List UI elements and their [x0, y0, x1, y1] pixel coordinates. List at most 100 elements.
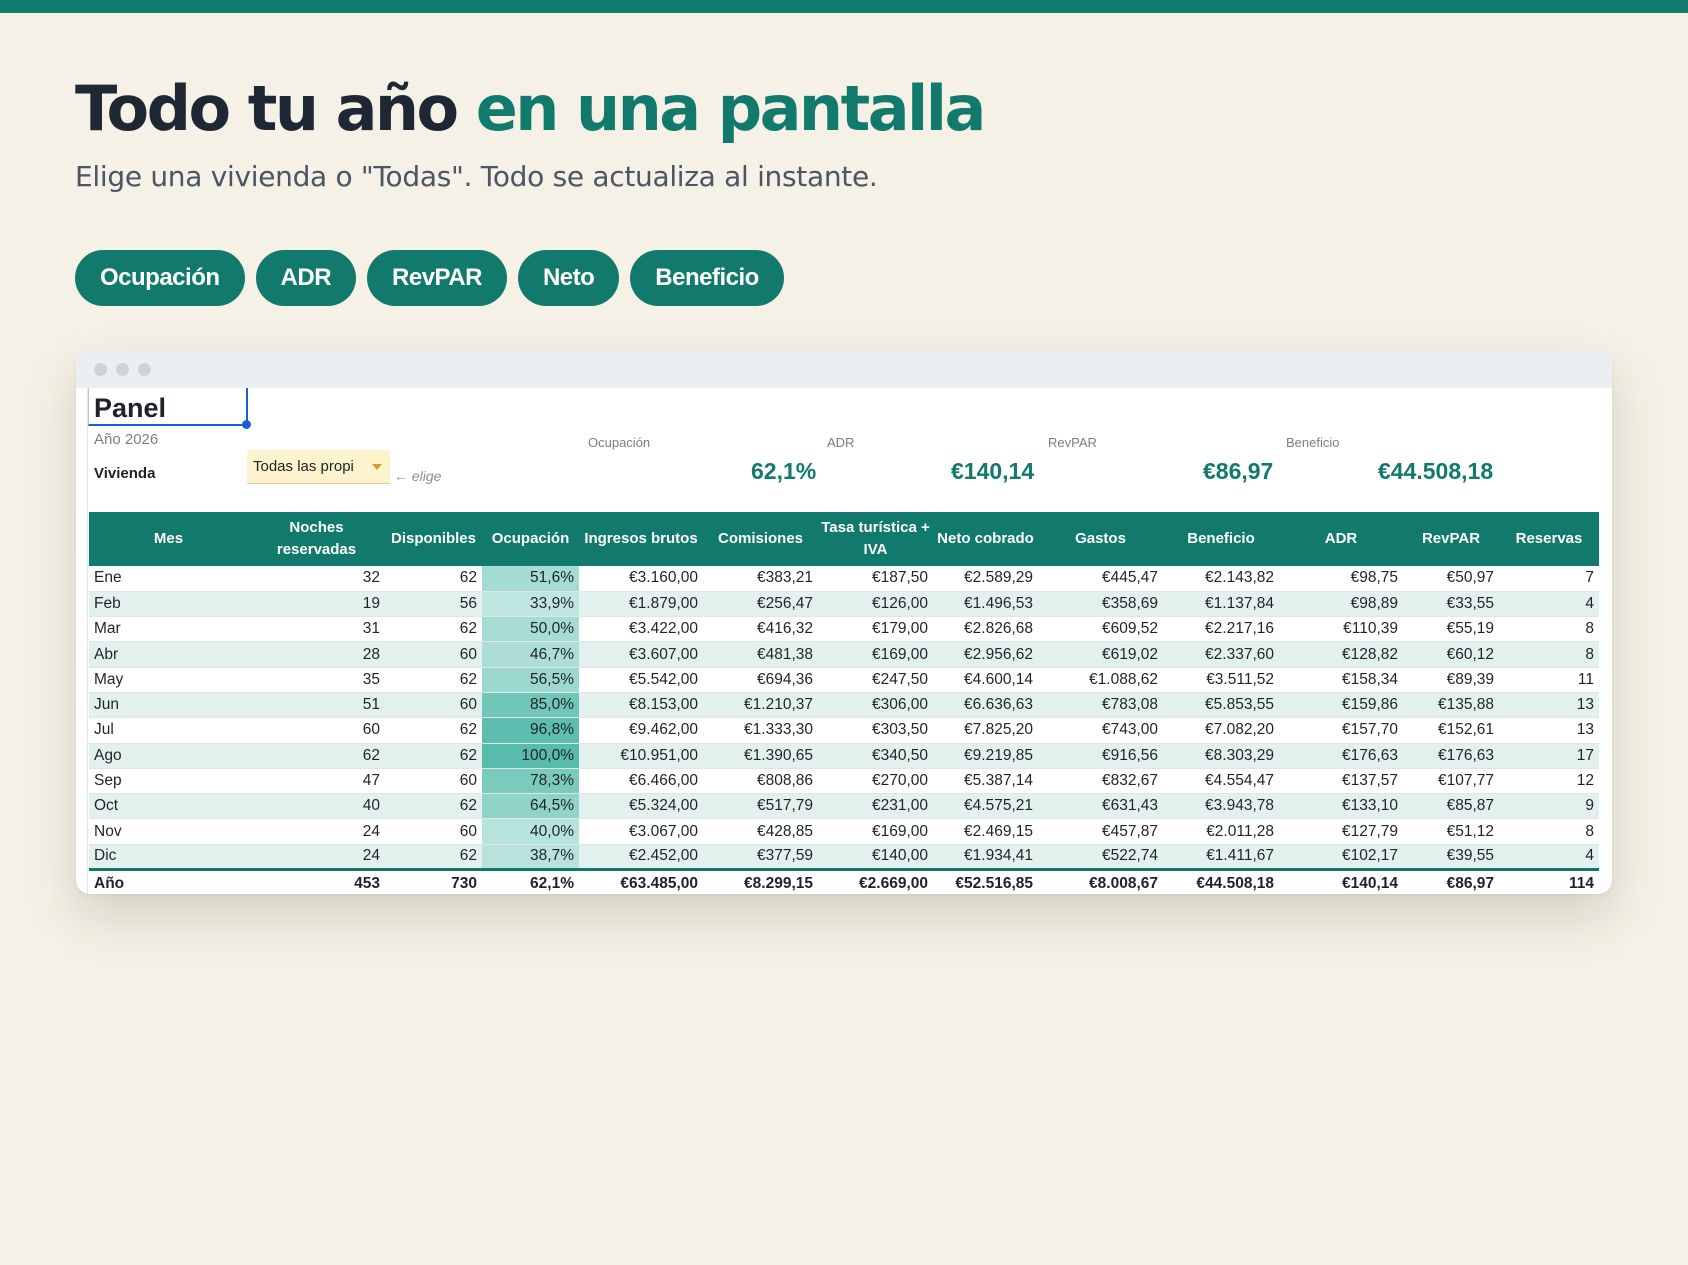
table-cell[interactable]: €1.088,62	[1038, 667, 1163, 693]
table-cell[interactable]: €176,63	[1403, 743, 1499, 769]
table-cell[interactable]: €89,39	[1403, 667, 1499, 693]
table-cell[interactable]: 40,0%	[482, 818, 579, 845]
table-cell[interactable]: 40	[248, 793, 385, 820]
table-cell[interactable]: 4	[1499, 591, 1599, 618]
total-cell[interactable]: €8.008,67	[1038, 868, 1163, 894]
table-cell[interactable]: 46,7%	[482, 641, 579, 668]
total-cell[interactable]: 730	[385, 868, 482, 894]
column-header[interactable]: Beneficio	[1163, 512, 1279, 566]
table-cell[interactable]: €126,00	[818, 591, 933, 618]
table-cell[interactable]: 60	[385, 692, 482, 719]
table-cell[interactable]: €137,57	[1279, 768, 1403, 795]
column-header[interactable]: Mes	[89, 512, 248, 566]
table-cell[interactable]: €1.333,30	[703, 717, 818, 744]
table-cell[interactable]: 12	[1499, 768, 1599, 795]
table-cell[interactable]: €247,50	[818, 667, 933, 693]
table-cell[interactable]: €50,97	[1403, 566, 1499, 592]
table-cell[interactable]: 100,0%	[482, 743, 579, 769]
table-cell[interactable]: 96,8%	[482, 717, 579, 744]
pill-revpar[interactable]: RevPAR	[367, 250, 507, 306]
table-cell[interactable]: €445,47	[1038, 566, 1163, 592]
table-cell[interactable]: 62	[385, 717, 482, 744]
table-cell[interactable]: €176,63	[1279, 743, 1403, 769]
table-cell[interactable]: 11	[1499, 667, 1599, 693]
table-cell[interactable]: 32	[248, 566, 385, 592]
table-cell[interactable]: 8	[1499, 641, 1599, 668]
dropdown-caret-icon[interactable]	[372, 464, 382, 470]
table-cell[interactable]: €1.137,84	[1163, 591, 1279, 618]
table-cell[interactable]: €303,50	[818, 717, 933, 744]
table-cell[interactable]: 33,9%	[482, 591, 579, 618]
table-cell[interactable]: €3.160,00	[579, 566, 703, 592]
total-cell[interactable]: €52.516,85	[933, 868, 1038, 894]
table-cell[interactable]: 50,0%	[482, 616, 579, 643]
table-cell[interactable]: 35	[248, 667, 385, 693]
pill-neto[interactable]: Neto	[517, 250, 620, 306]
cell-month[interactable]: Nov	[89, 818, 248, 845]
table-cell[interactable]: €5.853,55	[1163, 692, 1279, 719]
table-cell[interactable]: €187,50	[818, 566, 933, 592]
table-cell[interactable]: 62	[385, 616, 482, 643]
table-cell[interactable]: €2.469,15	[933, 818, 1038, 845]
table-cell[interactable]: 56,5%	[482, 667, 579, 693]
table-cell[interactable]: 64,5%	[482, 793, 579, 820]
table-cell[interactable]: €1.390,65	[703, 743, 818, 769]
table-cell[interactable]: €631,43	[1038, 793, 1163, 820]
table-cell[interactable]: €481,38	[703, 641, 818, 668]
table-cell[interactable]: €51,12	[1403, 818, 1499, 845]
table-cell[interactable]: €2.956,62	[933, 641, 1038, 668]
table-cell[interactable]: €808,86	[703, 768, 818, 795]
pill-beneficio[interactable]: Beneficio	[630, 250, 784, 306]
column-header[interactable]: Tasa turística + IVA	[818, 512, 933, 566]
table-cell[interactable]: €135,88	[1403, 692, 1499, 719]
table-cell[interactable]: €98,89	[1279, 591, 1403, 618]
table-cell[interactable]: €60,12	[1403, 641, 1499, 668]
total-cell[interactable]: €140,14	[1279, 868, 1403, 894]
column-header[interactable]: Comisiones	[703, 512, 818, 566]
table-cell[interactable]: 13	[1499, 717, 1599, 744]
cell-month[interactable]: Ene	[89, 566, 248, 592]
table-cell[interactable]: 31	[248, 616, 385, 643]
table-cell[interactable]: €39,55	[1403, 844, 1499, 871]
table-cell[interactable]: €694,36	[703, 667, 818, 693]
table-cell[interactable]: 62	[385, 667, 482, 693]
table-cell[interactable]: 28	[248, 641, 385, 668]
table-cell[interactable]: €4.554,47	[1163, 768, 1279, 795]
table-cell[interactable]: €1.411,67	[1163, 844, 1279, 871]
table-cell[interactable]: €158,34	[1279, 667, 1403, 693]
column-header[interactable]: ADR	[1279, 512, 1403, 566]
table-cell[interactable]: 62	[385, 743, 482, 769]
total-cell[interactable]: €63.485,00	[579, 868, 703, 894]
table-cell[interactable]: €457,87	[1038, 818, 1163, 845]
total-cell[interactable]: €8.299,15	[703, 868, 818, 894]
table-cell[interactable]: €383,21	[703, 566, 818, 592]
column-header[interactable]: Reservas	[1499, 512, 1599, 566]
total-cell[interactable]: 114	[1499, 868, 1599, 894]
table-cell[interactable]: €619,02	[1038, 641, 1163, 668]
total-label[interactable]: Año	[89, 868, 248, 894]
table-cell[interactable]: €3.607,00	[579, 641, 703, 668]
table-cell[interactable]: €128,82	[1279, 641, 1403, 668]
table-cell[interactable]: €5.387,14	[933, 768, 1038, 795]
table-cell[interactable]: €5.542,00	[579, 667, 703, 693]
table-cell[interactable]: €3.422,00	[579, 616, 703, 643]
column-header[interactable]: Ocupación	[482, 512, 579, 566]
table-cell[interactable]: €4.600,14	[933, 667, 1038, 693]
cell-month[interactable]: Jul	[89, 717, 248, 744]
table-cell[interactable]: €832,67	[1038, 768, 1163, 795]
cell-month[interactable]: May	[89, 667, 248, 693]
cell-month[interactable]: Mar	[89, 616, 248, 643]
table-cell[interactable]: €2.011,28	[1163, 818, 1279, 845]
cell-month[interactable]: Feb	[89, 591, 248, 618]
table-cell[interactable]: 13	[1499, 692, 1599, 719]
table-cell[interactable]: €133,10	[1279, 793, 1403, 820]
table-cell[interactable]: 56	[385, 591, 482, 618]
table-cell[interactable]: €33,55	[1403, 591, 1499, 618]
table-cell[interactable]: 60	[385, 818, 482, 845]
table-cell[interactable]: €6.636,63	[933, 692, 1038, 719]
table-cell[interactable]: €2.337,60	[1163, 641, 1279, 668]
table-cell[interactable]: €416,32	[703, 616, 818, 643]
table-cell[interactable]: 24	[248, 844, 385, 871]
total-cell[interactable]: 453	[248, 868, 385, 894]
table-cell[interactable]: 47	[248, 768, 385, 795]
